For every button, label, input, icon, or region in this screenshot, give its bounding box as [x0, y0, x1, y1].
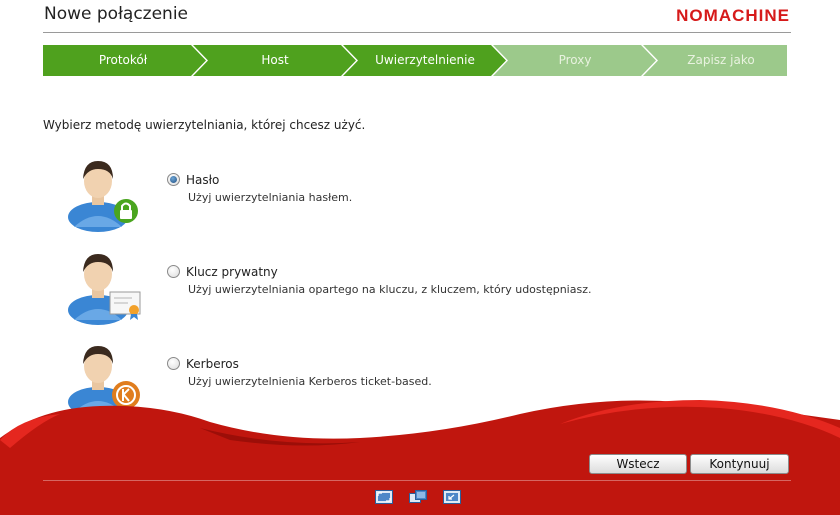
user-certificate-icon [68, 254, 141, 325]
wizard-step-zapisz-jako: Zapisz jako [687, 53, 755, 67]
password-option-title: Hasło [186, 173, 220, 187]
back-button[interactable]: Wstecz [589, 454, 687, 474]
header-divider [43, 32, 791, 33]
private-key-radio[interactable] [167, 265, 180, 278]
auth-option-password[interactable]: Hasło Użyj uwierzytelniania hasłem. [0, 155, 840, 245]
wizard-step-uwierzytelnienie: Uwierzytelnienie [375, 53, 475, 67]
window-switch-icon[interactable] [409, 490, 427, 504]
wizard-step-protokol: Protokół [98, 53, 148, 67]
user-lock-icon [68, 161, 138, 232]
footer-divider [43, 480, 791, 481]
kerberos-option-title: Kerberos [186, 357, 239, 371]
page-title: Nowe połączenie [44, 4, 189, 24]
fullscreen-icon[interactable] [375, 490, 393, 504]
kerberos-radio[interactable] [167, 357, 180, 370]
password-radio[interactable] [167, 173, 180, 186]
password-option-description: Użyj uwierzytelniania hasłem. [188, 191, 353, 204]
wizard-steps: Protokół Host Uwierzytelnienie Proxy Zap… [43, 45, 787, 76]
nomachine-logo: NOMACHINE [676, 6, 790, 25]
auth-option-private-key[interactable]: Klucz prywatny Użyj uwierzytelniania opa… [0, 248, 840, 338]
auth-method-prompt: Wybierz metodę uwierzytelniania, której … [43, 118, 366, 132]
minimize-icon[interactable] [443, 490, 461, 504]
kerberos-option-description: Użyj uwierzytelnienia Kerberos ticket-ba… [188, 375, 432, 388]
private-key-option-title: Klucz prywatny [186, 265, 278, 279]
continue-button[interactable]: Kontynuuj [690, 454, 789, 474]
wizard-step-proxy: Proxy [558, 53, 592, 67]
private-key-option-description: Użyj uwierzytelniania opartego na kluczu… [188, 283, 592, 296]
wizard-step-host: Host [261, 53, 289, 67]
